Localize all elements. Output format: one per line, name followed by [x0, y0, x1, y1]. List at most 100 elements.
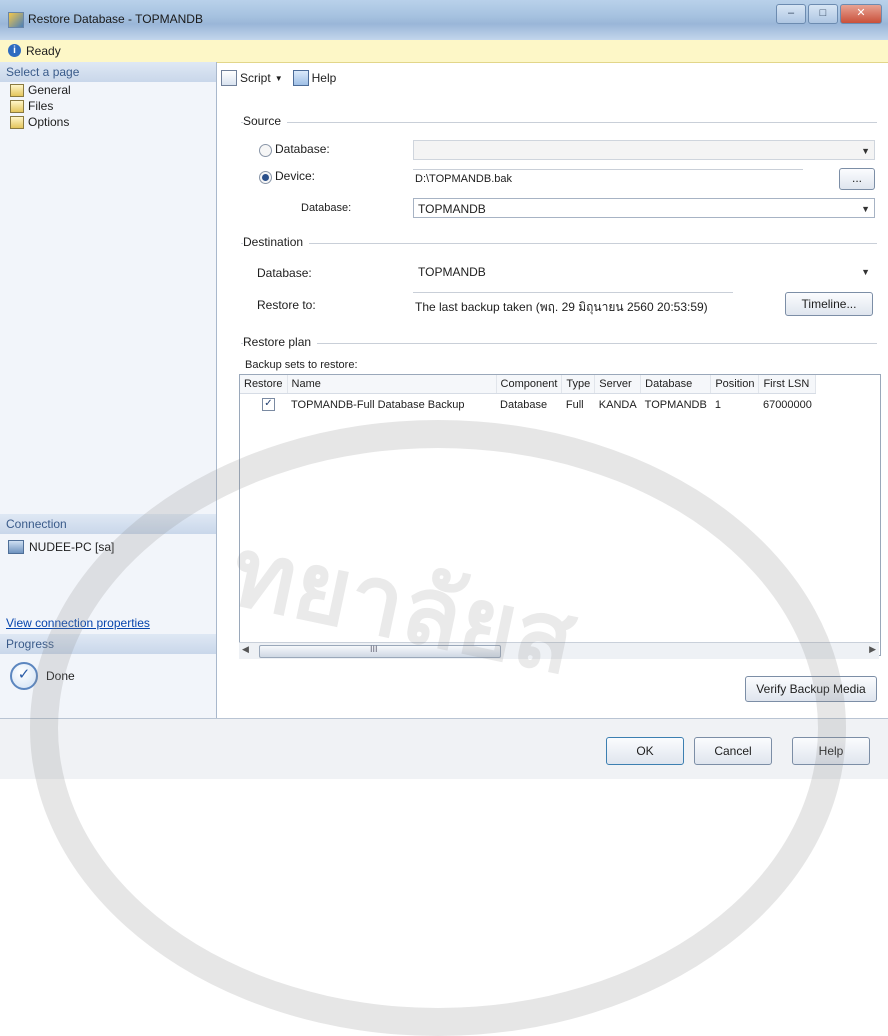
device-path-underline: [413, 169, 803, 170]
dialog-footer: OK Cancel Help: [0, 718, 888, 779]
source-database-value: TOPMANDB: [418, 202, 486, 216]
status-bar: i Ready: [0, 40, 888, 63]
connection-section: Connection NUDEE-PC [sa]: [0, 514, 216, 560]
column-header-server[interactable]: Server: [594, 375, 642, 394]
column-header-position[interactable]: Position: [710, 375, 760, 394]
browse-device-button[interactable]: ...: [839, 168, 875, 190]
window-title: Restore Database - TOPMANDB: [28, 12, 203, 26]
destination-database-value: TOPMANDB: [418, 265, 486, 279]
ok-button[interactable]: OK: [606, 737, 684, 765]
help-toolbar-label: Help: [311, 71, 337, 85]
info-icon: i: [8, 44, 21, 57]
close-button[interactable]: ✕: [840, 4, 882, 24]
connection-item: NUDEE-PC [sa]: [0, 534, 216, 560]
restore-to-label: Restore to:: [257, 298, 316, 312]
toolbar: Script ▼ Help: [217, 62, 888, 94]
device-radio-label: Device:: [275, 169, 316, 183]
timeline-button[interactable]: Timeline...: [785, 292, 873, 316]
view-connection-properties-link[interactable]: View connection properties: [6, 616, 150, 630]
column-header-first-lsn[interactable]: First LSN: [758, 375, 817, 394]
destination-group-label: Destination: [243, 235, 310, 249]
script-button[interactable]: Script ▼: [221, 70, 283, 86]
chevron-down-icon: ▼: [861, 267, 870, 277]
window-controls: – □ ✕: [776, 4, 882, 24]
component-cell: Database: [500, 398, 548, 411]
progress-text: Done: [46, 669, 75, 683]
column-header-database[interactable]: Database: [640, 375, 712, 394]
source-divider: [241, 122, 877, 123]
help-icon: [292, 70, 309, 86]
source-database-label: Database:: [301, 202, 352, 214]
destination-database-label: Database:: [257, 266, 312, 280]
first-lsn-cell: 67000000: [762, 398, 812, 411]
column-header-name[interactable]: Name: [287, 375, 497, 394]
progress-header: Progress: [0, 634, 216, 654]
connection-header: Connection: [0, 514, 216, 534]
column-header-type[interactable]: Type: [561, 375, 596, 394]
chevron-down-icon: ▼: [861, 204, 870, 214]
script-icon: [221, 70, 237, 86]
name-cell: TOPMANDB-Full Database Backup: [291, 398, 465, 411]
page-general-label: General: [28, 83, 71, 97]
page-files-label: Files: [28, 99, 54, 113]
status-text: Ready: [26, 44, 61, 58]
backup-sets-table: Restore Name Component Type Server Datab…: [240, 375, 817, 416]
source-group-label: Source: [243, 114, 288, 128]
column-header-restore[interactable]: Restore: [240, 375, 288, 394]
page-options-label: Options: [28, 115, 70, 129]
cancel-button[interactable]: Cancel: [694, 737, 772, 765]
horizontal-scrollbar[interactable]: ◀ III ▶: [239, 642, 879, 659]
database-radio-label: Database:: [275, 142, 330, 156]
restore-to-underline: [413, 292, 733, 293]
page-icon: [10, 99, 24, 113]
database-radio[interactable]: [259, 144, 272, 157]
main-pane: Script ▼ Help Source Database: ▼ Device:…: [217, 62, 888, 718]
backup-sets-label: Backup sets to restore:: [245, 359, 358, 371]
source-database-select: ▼: [413, 140, 875, 160]
help-button[interactable]: Help: [792, 737, 870, 765]
page-files[interactable]: Files: [0, 98, 216, 114]
title-bar: Restore Database - TOPMANDB – □ ✕: [0, 0, 888, 40]
progress-row: ✓ Done: [0, 654, 216, 698]
chevron-down-icon[interactable]: ▼: [275, 74, 283, 83]
server-cell: KANDA: [598, 398, 637, 411]
connection-item-label: NUDEE-PC [sa]: [29, 540, 115, 554]
position-cell: 1: [714, 398, 721, 411]
restore-plan-divider: [241, 343, 877, 344]
type-cell: Full: [565, 398, 584, 411]
select-page-header: Select a page: [0, 62, 216, 82]
table-row[interactable]: ✓ TOPMANDB-Full Database Backup Database…: [240, 394, 816, 416]
device-path: D:\TOPMANDB.bak: [415, 173, 512, 185]
restore-cell[interactable]: ✓: [240, 394, 287, 416]
restore-plan-group-label: Restore plan: [243, 335, 318, 349]
scroll-right-icon[interactable]: ▶: [869, 644, 876, 655]
scroll-grip: III: [370, 644, 378, 654]
left-pane: Select a page General Files Options Conn…: [0, 62, 217, 718]
device-radio[interactable]: [259, 171, 272, 184]
table-header-row: Restore Name Component Type Server Datab…: [240, 375, 817, 394]
scroll-left-icon[interactable]: ◀: [242, 644, 249, 655]
restore-to-value: The last backup taken (พฤ. 29 มิถุนายน 2…: [415, 300, 708, 314]
source-database-dropdown[interactable]: TOPMANDB ▼: [413, 198, 875, 218]
page-icon: [10, 115, 24, 129]
maximize-button[interactable]: □: [808, 4, 838, 24]
backup-sets-grid: Restore Name Component Type Server Datab…: [239, 374, 881, 656]
page-general[interactable]: General: [0, 82, 216, 98]
database-cell: TOPMANDB: [644, 398, 707, 411]
server-icon: [8, 540, 24, 554]
destination-divider: [241, 243, 877, 244]
restore-checkbox[interactable]: ✓: [262, 398, 275, 411]
chevron-down-icon: ▼: [861, 146, 870, 156]
done-check-icon: ✓: [10, 662, 38, 690]
column-header-component[interactable]: Component: [496, 375, 563, 394]
verify-backup-media-button[interactable]: Verify Backup Media: [745, 676, 877, 702]
page-options[interactable]: Options: [0, 114, 216, 130]
minimize-button[interactable]: –: [776, 4, 806, 24]
destination-database-dropdown[interactable]: TOPMANDB ▼: [413, 261, 875, 281]
restore-database-icon: [8, 12, 24, 28]
progress-section: Progress ✓ Done: [0, 634, 216, 698]
help-toolbar-button[interactable]: Help: [292, 70, 337, 86]
scrollbar-thumb[interactable]: III: [259, 644, 501, 658]
page-icon: [10, 83, 24, 97]
script-label: Script: [240, 71, 271, 85]
